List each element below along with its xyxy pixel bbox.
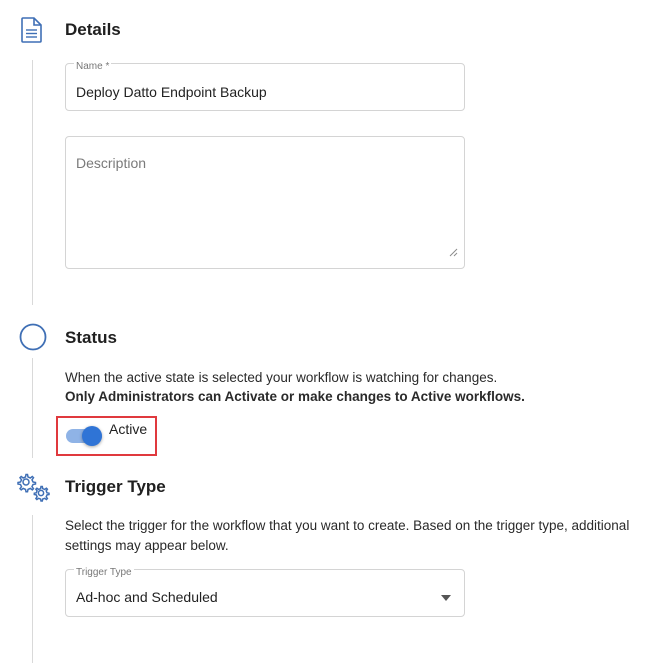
trigger-section: Trigger Type Select the trigger for the …	[0, 460, 670, 663]
details-divider-line	[32, 60, 33, 305]
active-toggle-label: Active	[109, 421, 148, 437]
status-divider-line	[32, 358, 33, 458]
description-field[interactable]: Description	[65, 136, 465, 269]
document-icon	[20, 16, 44, 49]
trigger-type-select[interactable]: Trigger Type Ad-hoc and Scheduled	[65, 567, 465, 617]
trigger-divider-line	[32, 515, 33, 663]
status-description: When the active state is selected your w…	[65, 370, 498, 385]
caret-down-icon[interactable]	[440, 589, 452, 607]
toggle-knob	[82, 426, 102, 446]
resize-handle-icon[interactable]	[448, 244, 458, 262]
trigger-description-line1: Select the trigger for the workflow that…	[65, 518, 630, 533]
gears-icon	[16, 472, 52, 507]
trigger-type-select-label: Trigger Type	[74, 567, 134, 578]
name-field[interactable]: Name * Deploy Datto Endpoint Backup	[65, 61, 465, 111]
details-title: Details	[65, 20, 121, 39]
trigger-type-select-value[interactable]: Ad-hoc and Scheduled	[76, 589, 218, 605]
status-title: Status	[65, 328, 117, 347]
name-input-value[interactable]: Deploy Datto Endpoint Backup	[76, 84, 267, 100]
status-admin-note: Only Administrators can Activate or make…	[65, 389, 525, 404]
details-section: Details Name * Deploy Datto Endpoint Bac…	[0, 0, 670, 310]
trigger-description-line2: settings may appear below.	[65, 538, 229, 553]
description-placeholder: Description	[76, 155, 147, 171]
name-label: Name *	[74, 61, 112, 72]
circle-icon	[19, 323, 47, 356]
active-toggle[interactable]	[65, 422, 105, 450]
trigger-type-title: Trigger Type	[65, 477, 166, 496]
status-section: Status When the active state is selected…	[0, 310, 670, 460]
